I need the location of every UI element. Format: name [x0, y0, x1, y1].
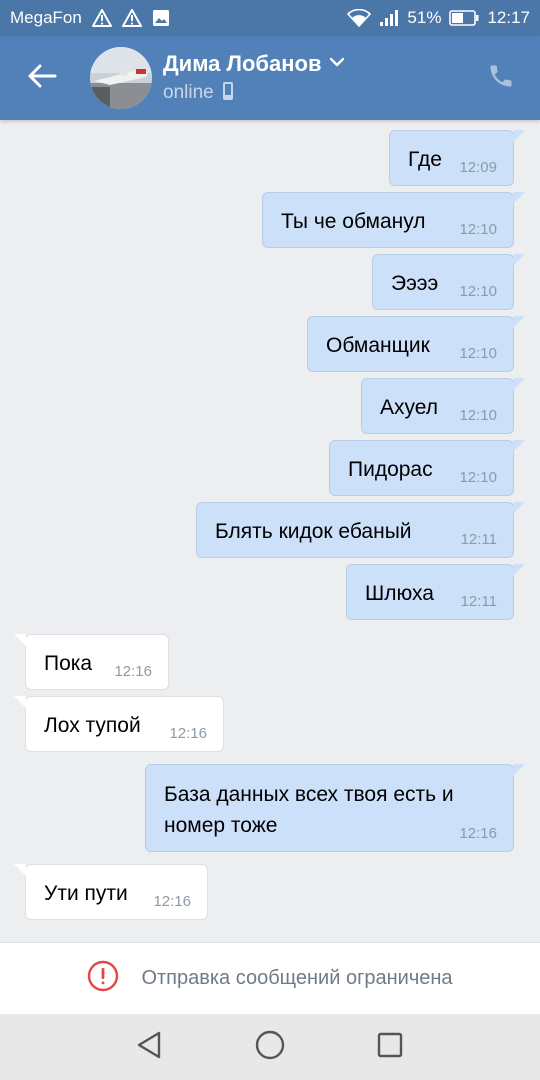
message-bubble-outgoing[interactable]: Ахуел 12:10: [361, 378, 525, 434]
mobile-phone-icon: [222, 81, 234, 106]
message-time: 12:16: [169, 725, 207, 742]
message-bubble-outgoing[interactable]: Ээээ 12:10: [372, 254, 525, 310]
back-button[interactable]: [0, 36, 84, 120]
nav-back-icon: [135, 1030, 165, 1065]
restriction-notice: Отправка сообщений ограничена: [141, 967, 453, 989]
nav-home-button[interactable]: [240, 1017, 300, 1077]
message-text: Ути пути: [44, 882, 128, 905]
status-bar: MegaFon 51% 12:17: [0, 0, 540, 36]
message-time: 12:16: [114, 663, 152, 680]
battery-icon: [449, 10, 479, 26]
message-time: 12:10: [459, 221, 497, 238]
message-text: Пидорас: [348, 458, 433, 481]
nav-back-button[interactable]: [120, 1017, 180, 1077]
message-time: 12:16: [459, 825, 497, 842]
call-button[interactable]: [462, 36, 540, 120]
message-time: 12:16: [153, 893, 191, 910]
message-text: Лох тупой: [44, 714, 141, 737]
message-text: Где: [408, 148, 442, 171]
message-time: 12:11: [460, 531, 497, 548]
warning-icon: [121, 9, 142, 27]
message-time: 12:11: [460, 593, 497, 610]
contact-status: online: [163, 82, 214, 103]
message-bubble-incoming[interactable]: Ути пути 12:16: [14, 864, 208, 920]
message-bubble-outgoing[interactable]: Обманщик 12:10: [307, 316, 525, 372]
messaging-restricted-bar: Отправка сообщений ограничена: [0, 942, 540, 1014]
message-bubble-incoming[interactable]: Лох тупой 12:16: [14, 696, 224, 752]
avatar[interactable]: [90, 47, 152, 109]
contact-name: Дима Лобанов: [163, 50, 322, 76]
message-text: Ты че обманул: [281, 210, 426, 233]
image-icon: [152, 9, 170, 27]
nav-recents-button[interactable]: [360, 1017, 420, 1077]
message-bubble-outgoing[interactable]: Где 12:09: [389, 130, 525, 186]
message-time: 12:10: [459, 407, 497, 424]
chevron-down-icon: [329, 55, 345, 73]
message-text: База данных всех твоя есть и номер тоже: [164, 783, 454, 837]
system-nav-bar: [0, 1014, 540, 1080]
message-text: Ахуел: [380, 396, 439, 419]
contact-info[interactable]: Дима Лобанов online: [163, 51, 345, 106]
chat-header: Дима Лобанов online: [0, 36, 540, 120]
battery-percent: 51%: [407, 8, 442, 27]
message-time: 12:09: [459, 159, 497, 176]
message-text: Шлюха: [365, 582, 434, 605]
clock: 12:17: [487, 8, 530, 27]
message-bubble-outgoing[interactable]: Шлюха 12:11: [346, 564, 525, 620]
back-arrow-icon: [27, 63, 57, 94]
message-bubble-outgoing[interactable]: База данных всех твоя есть и номер тоже …: [145, 764, 525, 852]
message-text: Обманщик: [326, 334, 430, 357]
message-text: Ээээ: [391, 272, 439, 295]
message-time: 12:10: [459, 283, 497, 300]
carrier-name: MegaFon: [10, 8, 82, 27]
message-bubble-outgoing[interactable]: Пидорас 12:10: [329, 440, 525, 496]
phone-call-icon: [487, 62, 515, 95]
nav-home-icon: [254, 1029, 286, 1066]
message-text: Пока: [44, 652, 93, 675]
message-bubble-outgoing[interactable]: Ты че обманул 12:10: [262, 192, 525, 248]
warning-icon: [91, 9, 112, 27]
message-time: 12:10: [459, 345, 497, 362]
error-circle-icon: [87, 960, 119, 997]
signal-icon: [379, 9, 399, 27]
wifi-icon: [347, 9, 372, 27]
message-bubble-outgoing[interactable]: Блять кидок ебаный 12:11: [196, 502, 525, 558]
nav-recents-icon: [376, 1031, 404, 1064]
message-bubble-incoming[interactable]: Пока 12:16: [14, 634, 169, 690]
message-list[interactable]: Где 12:09 Ты че обманул 12:10 Ээээ 12:10…: [0, 120, 540, 942]
message-time: 12:10: [459, 469, 497, 486]
message-text: Блять кидок ебаный: [215, 520, 412, 543]
